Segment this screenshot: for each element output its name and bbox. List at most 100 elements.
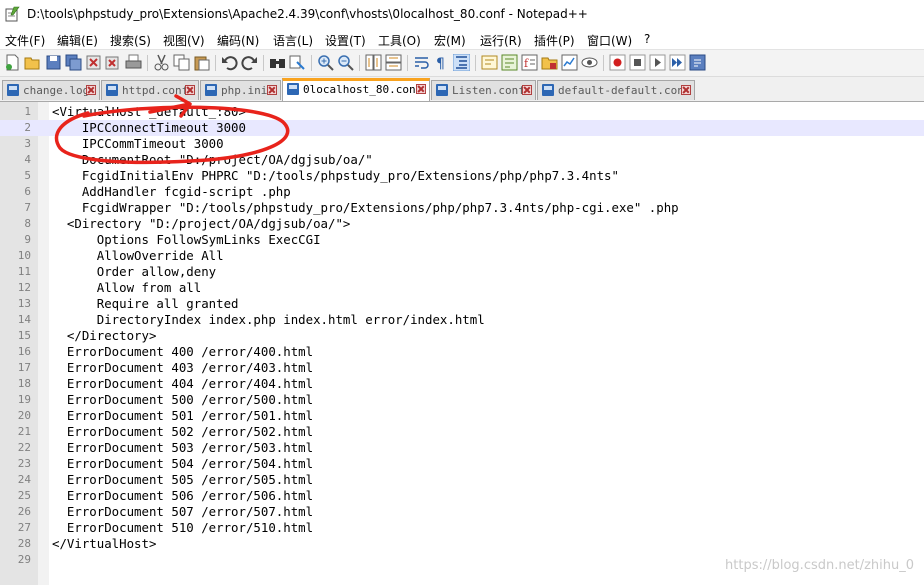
file-icon — [205, 84, 217, 96]
monitoring-icon[interactable] — [561, 54, 578, 71]
paste-icon[interactable] — [193, 54, 210, 71]
editor-line[interactable]: 25 ErrorDocument 506 /error/506.html — [0, 488, 924, 504]
tab-label: Listen.conf — [452, 84, 525, 97]
editor-line[interactable]: 22 ErrorDocument 503 /error/503.html — [0, 440, 924, 456]
menu-language[interactable]: 语言(L) — [273, 32, 313, 49]
editor-line[interactable]: 21 ErrorDocument 502 /error/502.html — [0, 424, 924, 440]
menu-settings[interactable]: 设置(T) — [325, 32, 366, 49]
tab-php-ini[interactable]: php.ini — [200, 80, 281, 100]
code-text: Order allow,deny — [52, 264, 217, 279]
menu-encoding[interactable]: 编码(N) — [217, 32, 259, 49]
editor-line[interactable]: 3 IPCCommTimeout 3000 — [0, 136, 924, 152]
notepad-plus-plus-icon — [5, 6, 20, 22]
tab-default-default-conf[interactable]: default-default.conf — [537, 80, 695, 100]
editor-line[interactable]: 16 ErrorDocument 400 /error/400.html — [0, 344, 924, 360]
editor-line[interactable]: 14 DirectoryIndex index.php index.html e… — [0, 312, 924, 328]
sync-horizontal-icon[interactable] — [385, 54, 402, 71]
tab-label: default-default.conf — [558, 84, 691, 97]
close-icon[interactable] — [681, 85, 691, 95]
editor-line[interactable]: 27 ErrorDocument 510 /error/510.html — [0, 520, 924, 536]
editor-line[interactable]: 11 Order allow,deny — [0, 264, 924, 280]
menu-run[interactable]: 运行(R) — [480, 32, 522, 49]
copy-icon[interactable] — [173, 54, 190, 71]
editor-line[interactable]: 6 AddHandler fcgid-script .php — [0, 184, 924, 200]
menu-search[interactable]: 搜索(S) — [110, 32, 151, 49]
line-number: 29 — [17, 553, 31, 566]
editor-line[interactable]: 4 DocumentRoot "D:/project/OA/dgjsub/oa/… — [0, 152, 924, 168]
view-in-browser-icon[interactable] — [581, 54, 598, 71]
editor-line[interactable]: 9 Options FollowSymLinks ExecCGI — [0, 232, 924, 248]
tab-listen-conf[interactable]: Listen.conf — [431, 80, 536, 100]
menu-plugins[interactable]: 插件(P) — [534, 32, 575, 49]
folder-workspace-icon[interactable] — [541, 54, 558, 71]
close-icon[interactable] — [416, 84, 426, 94]
menu-macro[interactable]: 宏(M) — [434, 32, 466, 49]
new-file-icon[interactable] — [4, 54, 21, 71]
show-all-characters-icon[interactable]: ¶ — [433, 54, 450, 71]
editor-line[interactable]: 7 FcgidWrapper "D:/tools/phpstudy_pro/Ex… — [0, 200, 924, 216]
cut-icon[interactable] — [153, 54, 170, 71]
menu-tools[interactable]: 工具(O) — [378, 32, 421, 49]
editor-line[interactable]: 19 ErrorDocument 500 /error/500.html — [0, 392, 924, 408]
save-macro-icon[interactable] — [689, 54, 706, 71]
editor-line[interactable]: 8 <Directory "D:/project/OA/dgjsub/oa/"> — [0, 216, 924, 232]
redo-icon[interactable] — [241, 54, 258, 71]
editor-line[interactable]: 28 </VirtualHost> — [0, 536, 924, 552]
tab-0localhost-80-conf[interactable]: 0localhost_80.conf — [282, 78, 430, 101]
close-all-icon[interactable] — [105, 54, 122, 71]
indent-guide-icon[interactable] — [453, 54, 470, 71]
editor-line[interactable]: 17 ErrorDocument 403 /error/403.html — [0, 360, 924, 376]
file-icon — [287, 83, 299, 95]
editor-line[interactable]: 15 </Directory> — [0, 328, 924, 344]
function-list-icon[interactable]: f — [521, 54, 538, 71]
editor-line[interactable]: 26 ErrorDocument 507 /error/507.html — [0, 504, 924, 520]
user-language-icon[interactable] — [481, 54, 498, 71]
tab-httpd-conf[interactable]: httpd.conf — [101, 80, 199, 100]
tab-change-log[interactable]: change.log — [2, 80, 100, 100]
document-map-icon[interactable] — [501, 54, 518, 71]
editor-line[interactable]: 10 AllowOverride All — [0, 248, 924, 264]
editor-line[interactable]: 2 IPCConnectTimeout 3000 — [0, 120, 924, 136]
find-icon[interactable] — [269, 54, 286, 71]
toolbar-separator — [311, 55, 312, 71]
line-number: 1 — [24, 105, 31, 118]
close-icon[interactable] — [522, 85, 532, 95]
menu-file[interactable]: 文件(F) — [5, 32, 45, 49]
menu-edit[interactable]: 编辑(E) — [57, 32, 98, 49]
stop-recording-icon[interactable] — [629, 54, 646, 71]
editor-line[interactable]: 13 Require all granted — [0, 296, 924, 312]
code-text: AddHandler fcgid-script .php — [52, 184, 291, 199]
file-icon — [436, 84, 448, 96]
menu-window[interactable]: 窗口(W) — [587, 32, 632, 49]
editor[interactable]: 1 <VirtualHost _default_:80> 2 IPCConnectT… — [0, 102, 924, 585]
editor-line[interactable]: 20 ErrorDocument 501 /error/501.html — [0, 408, 924, 424]
save-all-icon[interactable] — [65, 54, 82, 71]
close-file-icon[interactable] — [85, 54, 102, 71]
print-icon[interactable] — [125, 54, 142, 71]
menu-view[interactable]: 视图(V) — [163, 32, 205, 49]
editor-line[interactable]: 18 ErrorDocument 404 /error/404.html — [0, 376, 924, 392]
line-number: 2 — [24, 121, 31, 134]
editor-line[interactable]: 23 ErrorDocument 504 /error/504.html — [0, 456, 924, 472]
close-icon[interactable] — [267, 85, 277, 95]
zoom-out-icon[interactable] — [337, 54, 354, 71]
editor-line[interactable]: 5 FcgidInitialEnv PHPRC "D:/tools/phpstu… — [0, 168, 924, 184]
run-macro-multiple-icon[interactable] — [669, 54, 686, 71]
menu-help[interactable]: ? — [644, 32, 650, 46]
playback-macro-icon[interactable] — [649, 54, 666, 71]
line-number: 21 — [17, 425, 31, 438]
record-macro-icon[interactable] — [609, 54, 626, 71]
replace-icon[interactable] — [289, 54, 306, 71]
close-icon[interactable] — [86, 85, 96, 95]
undo-icon[interactable] — [221, 54, 238, 71]
sync-vertical-icon[interactable] — [365, 54, 382, 71]
open-file-icon[interactable] — [24, 54, 41, 71]
editor-line[interactable]: 24 ErrorDocument 505 /error/505.html — [0, 472, 924, 488]
save-icon[interactable] — [45, 54, 62, 71]
line-number: 4 — [24, 153, 31, 166]
close-icon[interactable] — [185, 85, 195, 95]
editor-line[interactable]: 12 Allow from all — [0, 280, 924, 296]
editor-line[interactable]: 1 <VirtualHost _default_:80> — [0, 104, 924, 120]
word-wrap-icon[interactable] — [413, 54, 430, 71]
zoom-in-icon[interactable] — [317, 54, 334, 71]
